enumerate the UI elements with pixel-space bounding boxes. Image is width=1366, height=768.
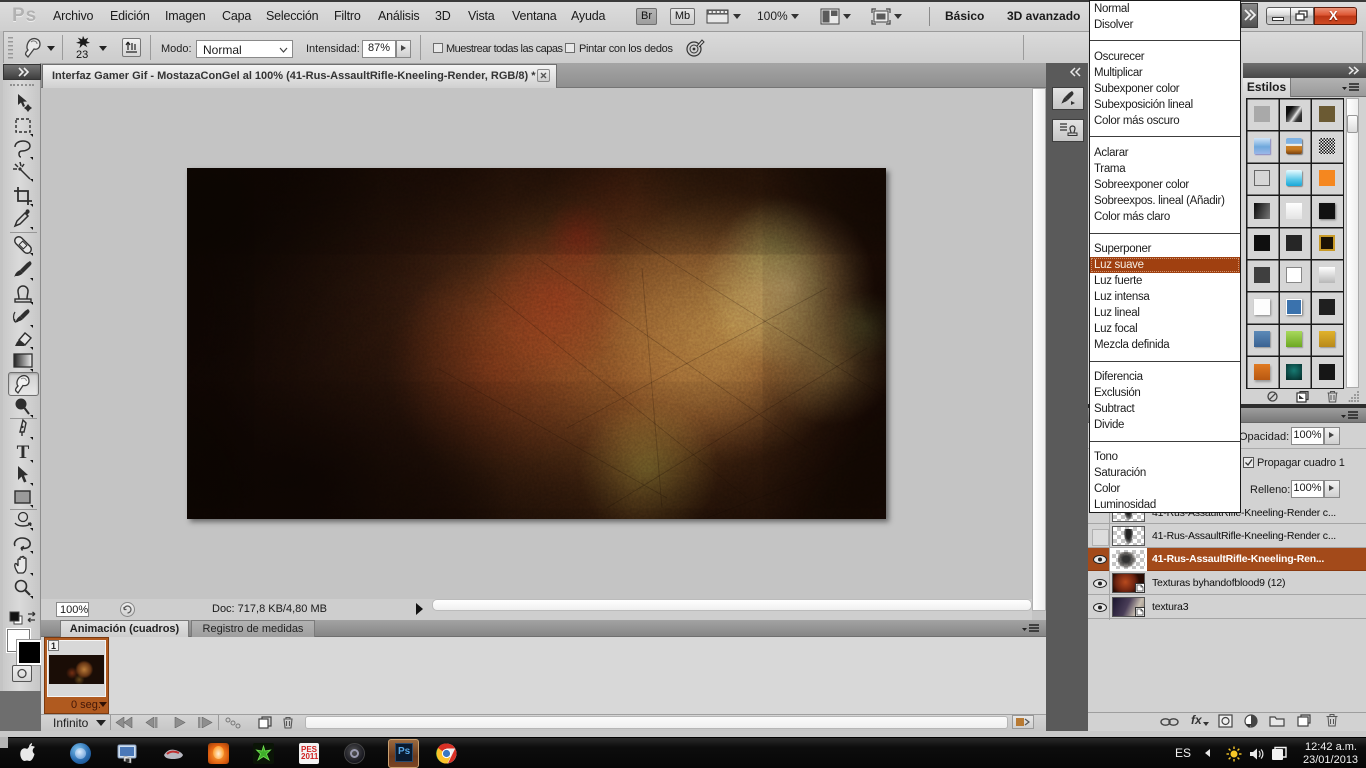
svg-text:T: T <box>17 442 30 463</box>
